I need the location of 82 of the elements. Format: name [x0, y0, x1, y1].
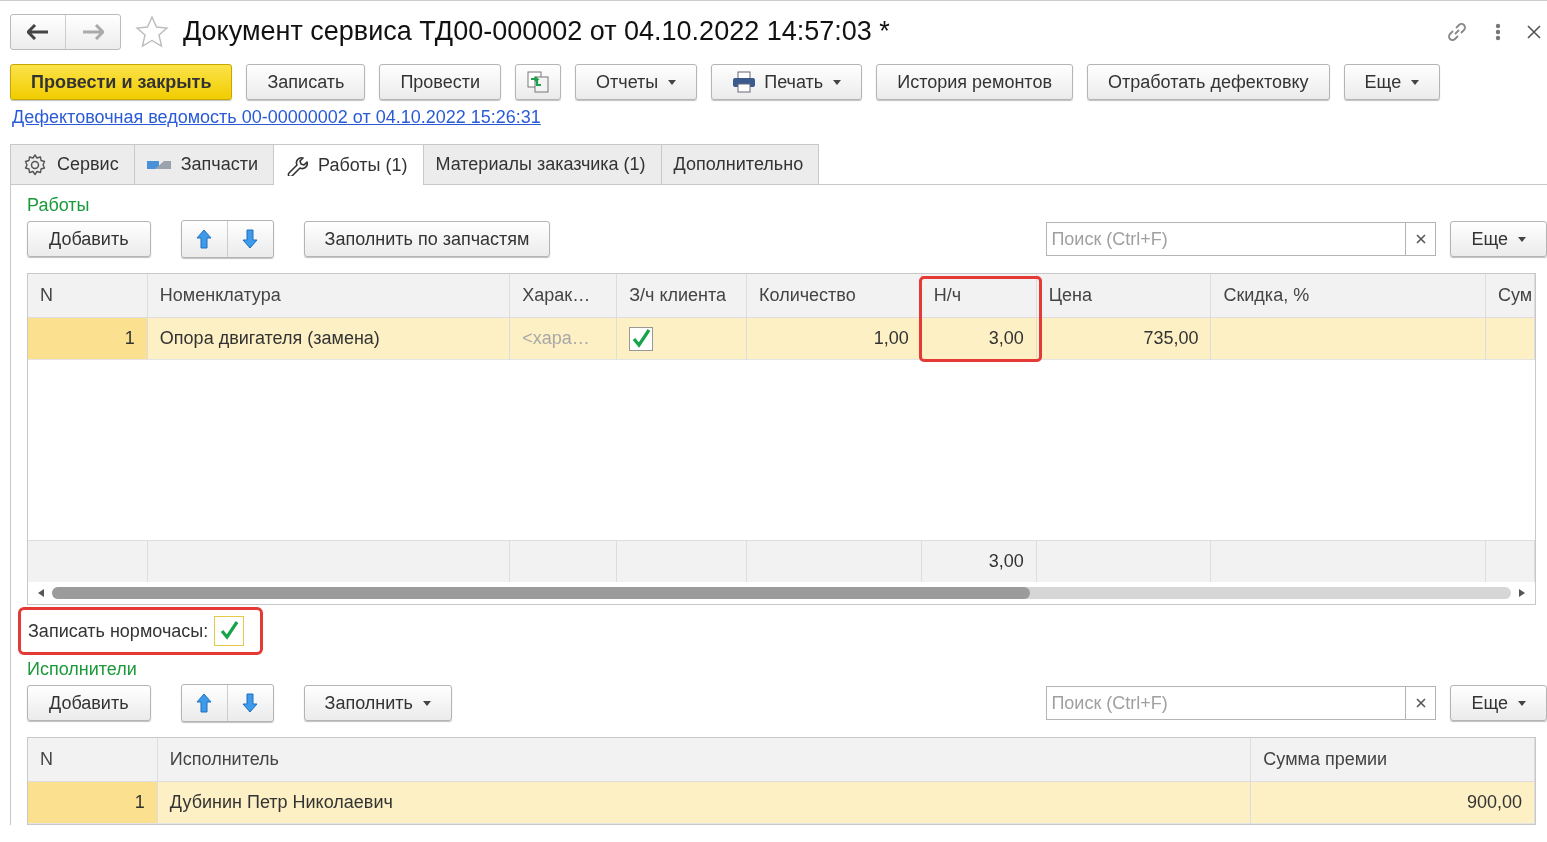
tab[interactable]: Работы (1)	[272, 144, 424, 185]
forward-icon[interactable]	[82, 23, 104, 40]
section-title: Работы	[27, 194, 91, 217]
print-button[interactable]: Печать	[711, 64, 863, 100]
checkbox[interactable]	[214, 616, 245, 646]
table-cell: Дубинин Петр Николаевич	[157, 782, 1252, 824]
add-button[interactable]: Добавить	[27, 685, 151, 721]
tab[interactable]: Дополнительно	[660, 144, 820, 184]
column-header[interactable]: Цена	[1036, 274, 1212, 318]
more-button[interactable]: Еще	[1450, 685, 1547, 721]
clear-button[interactable]	[1405, 222, 1437, 256]
column-header[interactable]: Скидка, %	[1211, 274, 1487, 318]
close-icon[interactable]	[1527, 24, 1541, 39]
part-icon	[146, 158, 171, 171]
star-icon[interactable]	[135, 14, 169, 49]
section-title: Исполнители	[27, 658, 138, 681]
menu-button[interactable]: Еще	[1343, 64, 1441, 100]
post-close-button[interactable]: Провести и закрыть	[10, 64, 233, 100]
printer-icon	[732, 71, 757, 93]
caret-icon	[1518, 236, 1526, 242]
close-icon	[1415, 234, 1426, 244]
tab[interactable]: Запчасти	[133, 144, 274, 184]
more-button[interactable]: Еще	[1450, 221, 1547, 257]
fill-button[interactable]: Заполнить по запчастям	[303, 221, 551, 257]
column-header[interactable]: З/ч клиента	[617, 274, 748, 318]
search-field[interactable]: Поиск (Ctrl+F)	[1046, 222, 1406, 256]
document-link[interactable]: Дефектовочная ведомость 00-00000002 от 04.10.2022 15:26:31	[12, 106, 1547, 128]
arrow-up-icon	[196, 229, 213, 249]
search-field[interactable]: Поиск (Ctrl+F)	[1046, 686, 1406, 720]
table-cell: 3,00	[921, 318, 1037, 360]
column-header[interactable]: Сумма премии	[1251, 738, 1535, 782]
total-cell: 3,00	[921, 540, 1037, 582]
column-header[interactable]: Сум	[1486, 274, 1535, 318]
move-buttons[interactable]	[180, 684, 274, 722]
column-header[interactable]: N	[28, 274, 148, 318]
close-icon	[1415, 698, 1426, 708]
placeholder-cell: <хара…	[510, 318, 618, 360]
table-cell: 1	[28, 782, 158, 824]
back-icon[interactable]	[27, 23, 49, 40]
add-button[interactable]: Добавить	[27, 221, 151, 257]
caret-icon	[422, 700, 431, 706]
caret-icon	[668, 79, 677, 85]
checkbox[interactable]	[629, 326, 654, 351]
arrow-left-icon[interactable]	[38, 589, 44, 597]
column-header[interactable]: Харак…	[510, 274, 618, 318]
table-cell: 1,00	[747, 318, 922, 360]
arrow-down-icon	[242, 693, 259, 713]
document-icon-button[interactable]	[515, 64, 562, 100]
total-cell	[1486, 540, 1535, 582]
table-row[interactable]: 1 Дубинин Петр Николаевич 900,00	[28, 782, 1535, 824]
arrow-right-icon[interactable]	[1519, 589, 1525, 597]
window-title: Документ сервиса ТД00-000002 от 04.10.2022 14:57:03 *	[183, 16, 891, 47]
documents-icon	[526, 70, 551, 94]
table-cell: Опора двигателя (замена)	[147, 318, 511, 360]
fill-button[interactable]: Заполнить	[303, 685, 452, 721]
tab[interactable]: Сервис	[10, 144, 135, 184]
move-buttons[interactable]	[180, 220, 274, 258]
gear-icon	[23, 152, 47, 177]
caret-icon	[1411, 79, 1420, 85]
caret-icon	[1518, 700, 1526, 706]
toolbar-button[interactable]: Отработать дефектовку	[1087, 64, 1330, 100]
table-cell: 735,00	[1036, 318, 1212, 360]
tab[interactable]: Материалы заказчика (1)	[422, 144, 662, 184]
table-cell	[1486, 318, 1535, 360]
table-row[interactable]: 1 Опора двигателя (замена) <хара… 1,00 3,00 735,00	[28, 318, 1535, 360]
more-icon[interactable]	[1495, 22, 1501, 41]
column-header[interactable]: Номенклатура	[147, 274, 511, 318]
toolbar-button[interactable]: Записать	[246, 64, 366, 100]
toolbar-button[interactable]: Провести	[379, 64, 502, 100]
menu-button[interactable]: Отчеты	[575, 64, 698, 100]
table-cell: 900,00	[1251, 782, 1535, 824]
column-header[interactable]: Исполнитель	[157, 738, 1252, 782]
clear-button[interactable]	[1405, 686, 1437, 720]
toolbar-button[interactable]: История ремонтов	[876, 64, 1073, 100]
column-header[interactable]: Количество	[747, 274, 922, 318]
column-header[interactable]: N	[28, 738, 158, 782]
wrench-icon	[285, 154, 308, 176]
table-cell: 1	[28, 318, 148, 360]
arrow-down-icon	[242, 229, 259, 249]
checkbox-label: Записать нормочасы:	[28, 620, 209, 642]
arrow-up-icon	[196, 693, 213, 713]
caret-icon	[833, 79, 842, 85]
